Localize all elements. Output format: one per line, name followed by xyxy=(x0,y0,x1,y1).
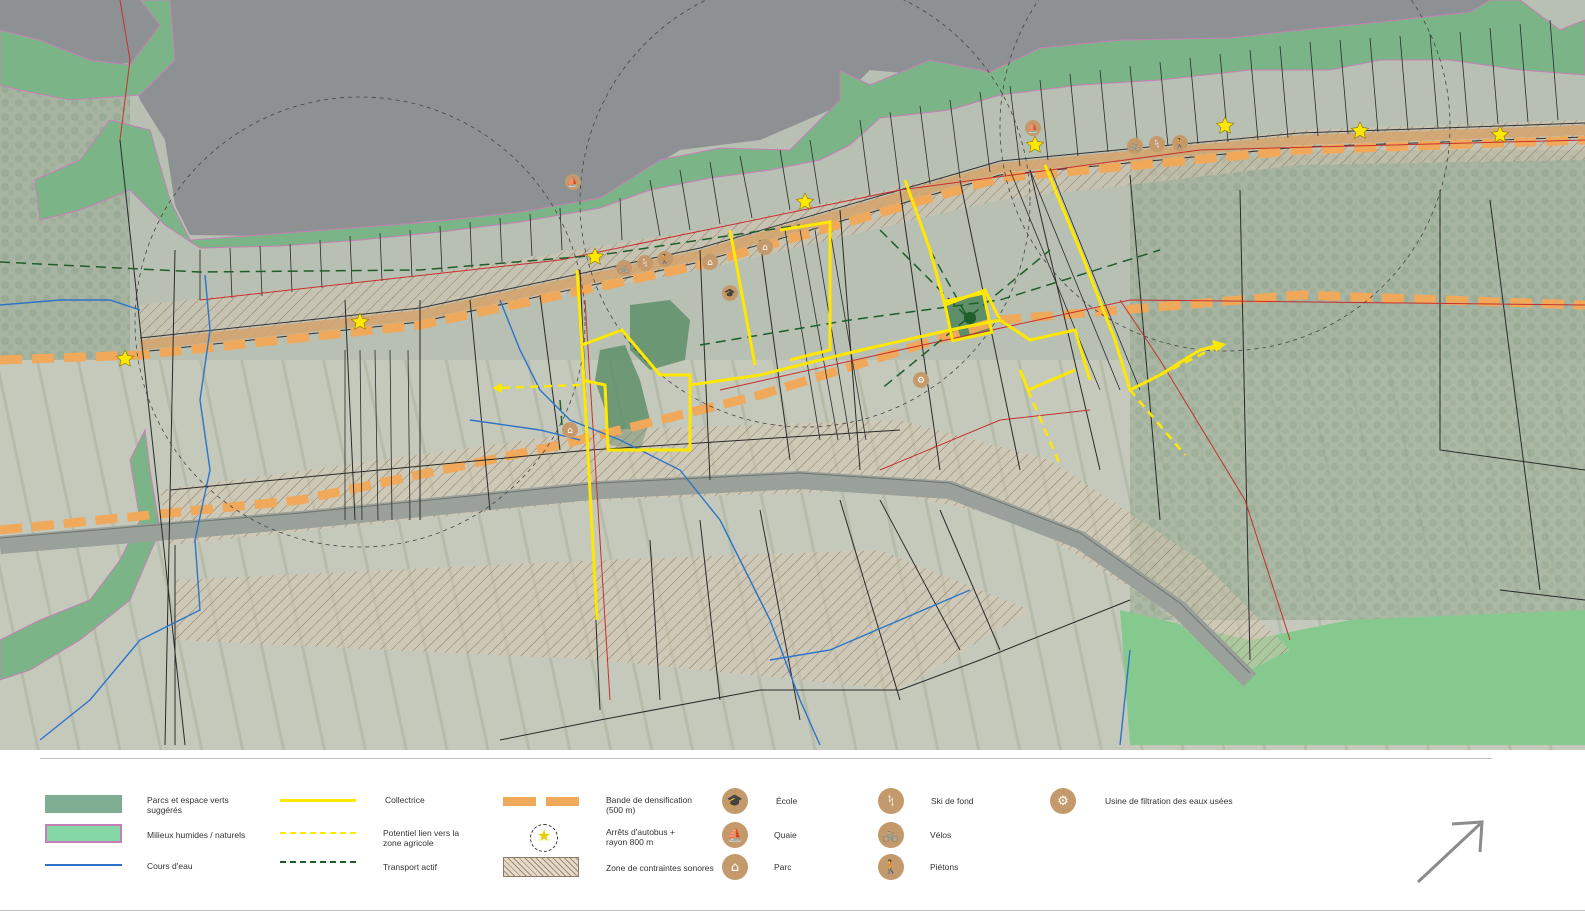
legend-top-rule xyxy=(40,758,1492,759)
hub-point xyxy=(964,312,976,324)
bench-icon: ⌂ xyxy=(722,854,748,880)
bike-label: Vélos xyxy=(930,830,952,840)
pedestrian-icon: 🚶 xyxy=(1172,135,1188,151)
svg-text:⌂: ⌂ xyxy=(707,258,713,268)
densification-swatch-2 xyxy=(546,797,579,806)
star-icon: ★ xyxy=(536,826,552,845)
svg-text:🚶: 🚶 xyxy=(659,253,670,265)
bench-icon: ⌂ xyxy=(702,254,718,270)
bus-stops-label: Arrêts d'autobus + rayon 800 m xyxy=(606,827,675,847)
svg-text:🚶: 🚶 xyxy=(1174,137,1185,149)
site-plan-map: ⛵ 🚲 ᛪ 🚶 ⌂ ⌂ 🎓 ⚙ ⌂ ⛵ 🚲 ᛪ 🚶 xyxy=(0,0,1585,750)
sailboat-icon: ⛵ xyxy=(1025,120,1041,136)
water-swatch xyxy=(45,864,122,866)
water-label: Cours d'eau xyxy=(147,861,193,871)
svg-text:⛵: ⛵ xyxy=(567,176,578,188)
sailboat-icon: ⛵ xyxy=(565,174,581,190)
bicycle-icon: 🚲 xyxy=(616,260,632,276)
svg-text:ᛪ: ᛪ xyxy=(1154,139,1159,150)
bicycle-icon: 🚲 xyxy=(878,822,904,848)
wetlands-swatch xyxy=(45,824,122,843)
agri-link-label: Potentiel lien vers la zone agricole xyxy=(383,828,460,848)
filtration-label: Usine de filtration des eaux usées xyxy=(1105,796,1233,806)
densification-label: Bande de densification (500 m) xyxy=(606,795,693,815)
wetlands-label: Milieux humides / naturels xyxy=(147,830,246,840)
north-arrow-icon xyxy=(1416,820,1484,884)
ski-icon: ᛪ xyxy=(878,788,904,814)
active-transport-label: Transport actif xyxy=(383,862,438,872)
ski-icon: ᛪ xyxy=(637,255,653,271)
mortarboard-icon: 🎓 xyxy=(722,285,738,301)
svg-text:🚲: 🚲 xyxy=(618,264,629,274)
mortarboard-icon: 🎓 xyxy=(722,788,748,814)
svg-text:⌂: ⌂ xyxy=(762,243,768,253)
park-label: Parc xyxy=(774,862,792,872)
school-label: École xyxy=(776,796,798,806)
parks-swatch xyxy=(45,795,122,813)
map-legend: Parcs et espace verts suggérés Milieux h… xyxy=(0,750,1585,922)
filtration-plant-icon: ⚙ xyxy=(1050,788,1076,814)
svg-text:⛵: ⛵ xyxy=(1027,122,1038,134)
agri-link-swatch xyxy=(280,832,356,834)
dock-label: Quaie xyxy=(774,830,797,840)
noise-label: Zone de contraintes sonores xyxy=(606,863,714,873)
svg-text:⌂: ⌂ xyxy=(567,426,573,436)
sailboat-icon: ⛵ xyxy=(722,822,748,848)
forest-east xyxy=(1130,150,1585,620)
parks-label: Parcs et espace verts suggérés xyxy=(147,795,229,815)
collector-label: Collectrice xyxy=(385,795,425,805)
pedestrian-icon: 🚶 xyxy=(878,854,904,880)
ski-label: Ski de fond xyxy=(931,796,974,806)
svg-text:🚲: 🚲 xyxy=(1129,142,1140,152)
bench-icon: ⌂ xyxy=(562,422,578,438)
bicycle-icon: 🚲 xyxy=(1127,138,1143,154)
pedestrian-icon: 🚶 xyxy=(657,251,673,267)
bench-icon: ⌂ xyxy=(757,239,773,255)
active-transport-swatch xyxy=(280,861,356,863)
legend-bottom-rule xyxy=(0,910,1585,911)
svg-text:ᛪ: ᛪ xyxy=(642,258,647,269)
noise-swatch xyxy=(503,857,579,877)
filtration-plant-icon: ⚙ xyxy=(913,372,929,388)
ski-icon: ᛪ xyxy=(1149,136,1165,152)
svg-text:🎓: 🎓 xyxy=(724,288,735,299)
collector-swatch xyxy=(280,799,356,802)
densification-swatch xyxy=(503,797,536,806)
svg-text:⚙: ⚙ xyxy=(917,376,925,386)
pedestrian-label: Piétons xyxy=(930,862,959,872)
